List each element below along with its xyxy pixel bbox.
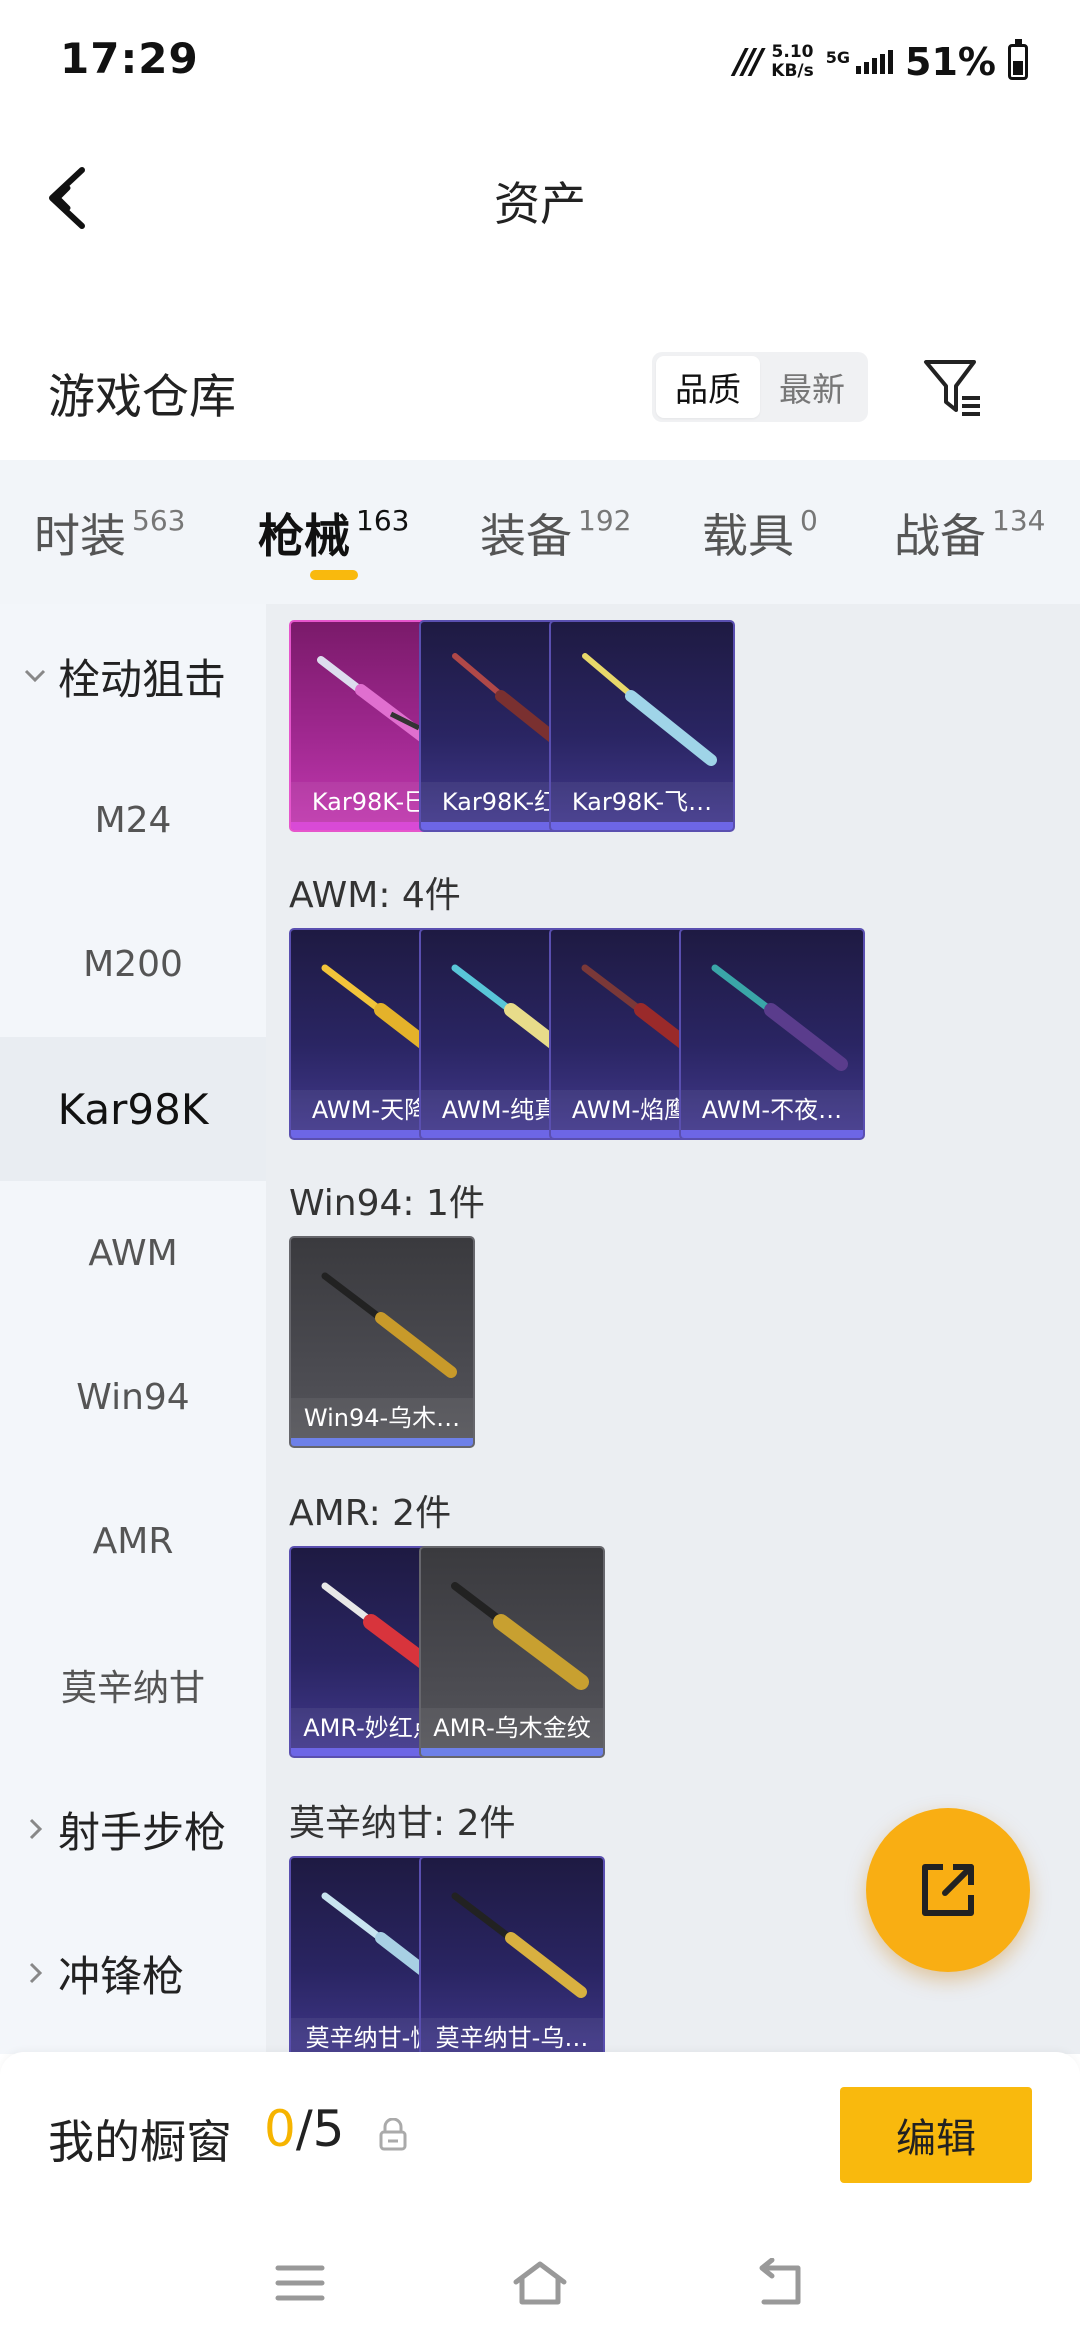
tab-count: 0 — [800, 504, 818, 537]
sidebar-item-amr[interactable]: AMR — [0, 1469, 266, 1613]
sidebar-group-smg[interactable]: 冲锋枪 — [22, 1901, 184, 2045]
sidebar-item-mosin[interactable]: 莫辛纳甘 — [0, 1613, 266, 1757]
sidebar-item-m200[interactable]: M200 — [0, 892, 266, 1036]
network-type: 5G — [825, 48, 851, 67]
tab-label: 时装 — [34, 509, 126, 563]
rifle-icon — [711, 964, 848, 1071]
showcase-count: 0/5 — [264, 2100, 344, 2158]
sidebar-item-m24[interactable]: M24 — [0, 748, 266, 892]
filter-icon[interactable] — [922, 356, 984, 418]
tab-fashion[interactable]: 时装 563 — [34, 500, 185, 566]
tab-weapons[interactable]: 枪械 163 — [258, 500, 409, 566]
net-speed-unit: KB/s — [771, 61, 814, 81]
sidebar-group-bolt-action[interactable]: 栓动狙击 — [22, 604, 226, 748]
chevron-down-icon — [24, 669, 46, 683]
signal-icon: 5G — [825, 48, 894, 74]
item-card[interactable]: AWM-不夜… — [679, 928, 865, 1140]
showcase-total: /5 — [295, 2100, 345, 2158]
tab-equipment[interactable]: 装备 192 — [480, 500, 631, 566]
tab-label: 装备 — [480, 509, 572, 563]
net-speed-value: 5.10 — [771, 42, 814, 62]
section-title-amr: AMR: 2件 — [289, 1493, 452, 1534]
edit-button[interactable]: 编辑 — [840, 2087, 1032, 2183]
rifle-icon — [451, 1582, 589, 1690]
section-title-mosin: 莫辛纳甘: 2件 — [289, 1803, 516, 1844]
sort-newest-button[interactable]: 最新 — [760, 356, 864, 418]
sidebar-group-label: 栓动狙击 — [58, 654, 227, 704]
sidebar-item-awm[interactable]: AWM — [0, 1181, 266, 1325]
item-card[interactable]: Win94-乌木… — [289, 1236, 475, 1448]
showcase-current: 0 — [264, 2100, 296, 2158]
rarity-bar — [681, 1130, 863, 1138]
section-title-awm: AWM: 4件 — [289, 875, 461, 916]
sidebar-group-label: 射手步枪 — [58, 1807, 227, 1857]
warehouse-title: 游戏仓库 — [48, 370, 236, 425]
tab-count: 563 — [132, 504, 186, 537]
sort-quality-button[interactable]: 品质 — [656, 356, 760, 418]
back-nav-icon[interactable] — [750, 2258, 810, 2308]
status-icons: /// 5.10 KB/s 5G 51% — [734, 36, 1028, 88]
share-fab-button[interactable] — [866, 1808, 1030, 1972]
tab-count: 192 — [578, 504, 632, 537]
tab-active-indicator — [310, 570, 358, 580]
item-card[interactable]: AMR-乌木金纹 — [419, 1546, 605, 1758]
tab-supplies[interactable]: 战备 134 — [894, 500, 1045, 566]
tab-label: 战备 — [894, 509, 986, 563]
tab-count: 163 — [356, 504, 410, 537]
home-nav-icon[interactable] — [510, 2258, 570, 2308]
tab-vehicles[interactable]: 载具 0 — [702, 500, 818, 566]
chevron-right-icon — [29, 1818, 43, 1840]
sidebar-group-label: 冲锋枪 — [58, 1951, 185, 2001]
sidebar-item-win94[interactable]: Win94 — [0, 1325, 266, 1469]
tab-count: 134 — [992, 504, 1046, 537]
item-name: AWM-不夜… — [681, 1090, 863, 1130]
sidebar-group-marksman[interactable]: 射手步枪 — [22, 1757, 226, 1901]
tab-label: 载具 — [702, 509, 794, 563]
item-name: Kar98K-飞… — [551, 782, 733, 822]
item-card[interactable]: 莫辛纳甘-乌… — [419, 1856, 605, 2054]
item-card[interactable]: Kar98K-飞… — [549, 620, 735, 832]
network-logo-icon: /// — [734, 42, 763, 82]
battery-icon — [1008, 39, 1028, 80]
lock-icon — [379, 2118, 407, 2151]
page-title: 资产 — [494, 177, 586, 231]
share-out-icon — [922, 1864, 974, 1916]
net-speed: 5.10 KB/s — [771, 43, 813, 81]
rifle-icon — [321, 1272, 457, 1378]
menu-nav-icon[interactable] — [270, 2258, 330, 2308]
battery-percent: 51% — [905, 40, 996, 84]
rifle-icon — [451, 1892, 587, 1998]
chevron-right-icon — [29, 1962, 43, 1984]
rarity-bar — [421, 1748, 603, 1756]
sidebar-item-kar98k[interactable]: Kar98K — [0, 1037, 266, 1181]
item-name: AMR-乌木金纹 — [421, 1708, 603, 1748]
weapon-type-sidebar: 栓动狙击 M24 M200 Kar98K AWM Win94 AMR 莫辛纳甘 … — [0, 604, 266, 2054]
status-time: 17:29 — [60, 34, 199, 83]
item-name: Win94-乌木… — [291, 1398, 473, 1438]
rarity-bar — [291, 1438, 473, 1446]
tab-label: 枪械 — [258, 509, 350, 563]
rarity-bar — [551, 822, 733, 830]
section-title-win94: Win94: 1件 — [289, 1183, 485, 1224]
rifle-icon — [582, 653, 717, 766]
showcase-label: 我的橱窗 — [48, 2115, 232, 2169]
sort-toggle: 品质 最新 — [652, 352, 868, 422]
item-name: 莫辛纳甘-乌… — [421, 2018, 603, 2054]
